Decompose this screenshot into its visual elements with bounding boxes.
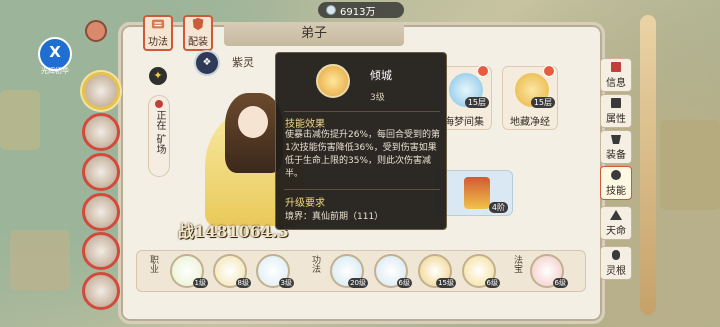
rank-emblem-icon: ❖ [194, 50, 220, 76]
tab-spirit-root-label: 灵根 [606, 266, 626, 277]
currency-amount: 6913万 [340, 6, 376, 18]
equip-slot[interactable]: 6级 [462, 254, 500, 288]
tab-info[interactable]: 信息 [600, 58, 632, 92]
tooltip-requirement-title: 升级要求 [285, 198, 325, 209]
armor-icon [192, 17, 204, 31]
treasure-icon [464, 177, 490, 209]
disciple-avatar[interactable] [82, 272, 120, 310]
tab-spirit-root[interactable]: 灵根 [600, 246, 632, 280]
equip-slot[interactable]: 8级 [213, 254, 251, 288]
tab-equipment[interactable]: 装备 [600, 130, 632, 164]
slot-level: 1级 [192, 278, 208, 288]
strip-label-gongfa: 功法 [310, 255, 320, 273]
skill-card[interactable]: 15层 地藏净经 [502, 65, 558, 130]
destiny-icon [610, 210, 622, 220]
equip-slot[interactable]: 6级 [374, 254, 412, 288]
status-text-line2: 矿场 [154, 134, 165, 154]
tab-skills-label: 技能 [606, 186, 626, 197]
map-building [0, 90, 40, 150]
tab-peizhuang[interactable]: 配装 [183, 15, 213, 51]
tab-attributes-label: 属性 [606, 114, 626, 125]
tooltip-effect-title: 技能效果 [285, 119, 325, 130]
strip-label-treasure: 法宝 [512, 255, 522, 273]
swirl-icon[interactable] [85, 20, 107, 42]
panel-title: 弟子 [224, 22, 404, 46]
slot-level: 6级 [484, 278, 500, 288]
scroll-decoration [640, 15, 656, 315]
notification-dot-icon [543, 65, 555, 77]
skill-tooltip: 倾城 3级 技能效果 使暴击减伤提升26%，每回合受到的第1次技能伤害降低36%… [275, 52, 447, 230]
scroll-icon [151, 19, 165, 29]
character-name: 紫灵 [232, 56, 254, 69]
spirit-root-icon [612, 250, 620, 260]
x-badge-label: 光辉初毕 [41, 67, 69, 75]
disciple-avatar[interactable] [82, 153, 120, 191]
currency-display: 6913万 [318, 2, 404, 18]
slot-level: 20级 [348, 278, 368, 288]
map-building [10, 230, 70, 290]
location-pin-icon [155, 100, 163, 108]
tab-destiny[interactable]: 天命 [600, 206, 632, 240]
tab-info-label: 信息 [606, 78, 626, 89]
tab-equipment-label: 装备 [606, 150, 626, 161]
disciple-avatar[interactable] [82, 113, 120, 151]
tooltip-divider [284, 189, 440, 190]
equip-slot[interactable]: 6级 [530, 254, 568, 288]
attributes-icon [611, 98, 621, 108]
slot-level: 15级 [436, 278, 456, 288]
skill-level: 15层 [464, 97, 489, 108]
skill-icon [316, 64, 350, 98]
star-icon: ✦ [149, 67, 167, 85]
tab-destiny-label: 天命 [606, 226, 626, 237]
status-badge: 正在 矿场 [148, 95, 170, 177]
tab-peizhuang-label: 配装 [188, 37, 208, 48]
status-text-line1: 正在 [154, 110, 165, 130]
disciple-avatar[interactable] [82, 193, 120, 231]
tooltip-skill-name: 倾城 [370, 69, 392, 82]
power-value: 战1481064.3 [178, 222, 289, 241]
tab-skills[interactable]: 技能 [600, 166, 632, 200]
disciple-avatar[interactable] [82, 72, 120, 110]
tab-gongfa-label: 功法 [148, 37, 168, 48]
tooltip-skill-level: 3级 [370, 93, 385, 103]
info-icon [611, 62, 621, 72]
skill-name: 地藏净经 [510, 117, 550, 128]
slot-level: 6级 [396, 278, 412, 288]
tooltip-effect-text: 使暴击减伤提升26%，每回合受到的第1次技能伤害降低36%，受到伤害如果低于生命… [285, 130, 441, 179]
tab-gongfa[interactable]: 功法 [143, 15, 173, 51]
equip-slot[interactable]: 20级 [330, 254, 368, 288]
tooltip-requirement-text: 境界：真仙前期（111） [285, 212, 384, 222]
disciple-avatar[interactable] [82, 232, 120, 270]
slot-level: 3级 [278, 278, 294, 288]
equipment-icon [611, 135, 621, 144]
slot-level: 8级 [235, 278, 251, 288]
map-building [660, 120, 720, 210]
slot-level: 6级 [552, 278, 568, 288]
strip-label-profession: 职业 [148, 255, 158, 273]
treasure-tier: 4阶 [488, 202, 508, 213]
equip-slot[interactable]: 1级 [170, 254, 208, 288]
tooltip-divider [284, 111, 440, 112]
equip-slot[interactable]: 15级 [418, 254, 456, 288]
silver-coin-icon [326, 5, 336, 15]
equip-slot[interactable]: 3级 [256, 254, 294, 288]
skills-icon [611, 170, 621, 180]
tab-attributes[interactable]: 属性 [600, 94, 632, 128]
notification-dot-icon [477, 65, 489, 77]
skill-level: 15层 [530, 97, 555, 108]
